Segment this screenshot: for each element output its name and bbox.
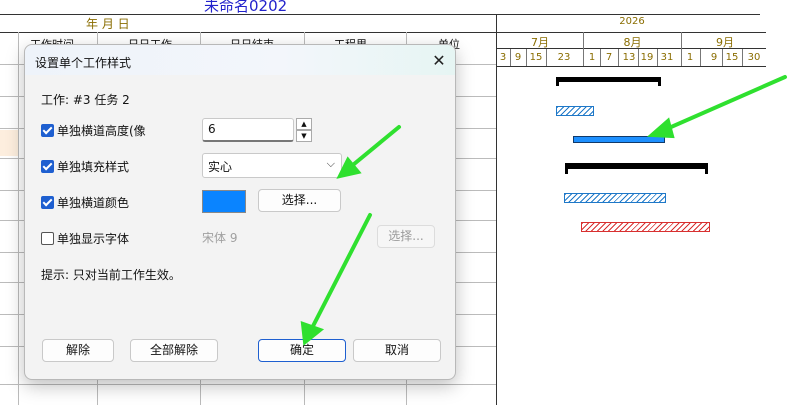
arrow-to-fill-select bbox=[346, 125, 401, 171]
arrow-to-gantt-bar bbox=[660, 75, 787, 133]
arrow-head-icon bbox=[300, 321, 325, 346]
arrow-head-icon bbox=[646, 117, 675, 139]
annotation-arrows bbox=[300, 75, 787, 346]
arrow-to-ok-button bbox=[309, 213, 372, 332]
